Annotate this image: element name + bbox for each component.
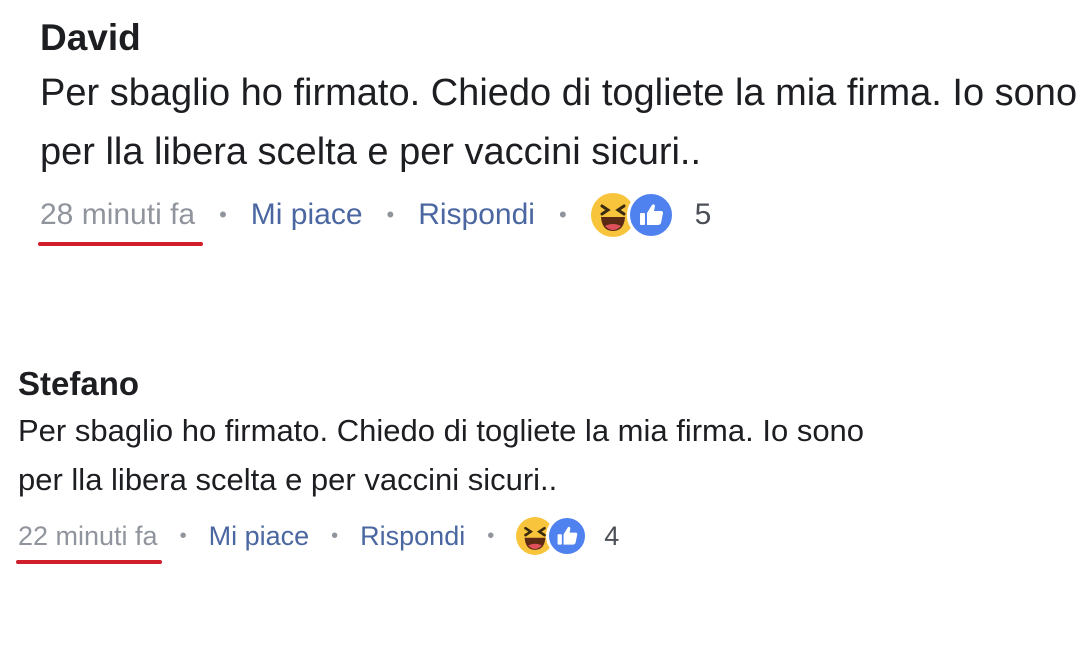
comment-timestamp[interactable]: 28 minuti fa (38, 198, 204, 246)
red-underline-annotation (16, 559, 162, 564)
comment-text: Per sbaglio ho firmato. Chiedo di toglie… (40, 72, 1078, 173)
comment: Stefano Per sbaglio ho firmato. Chiedo d… (16, 364, 1088, 564)
timestamp-text: 22 minuti fa (18, 520, 158, 551)
separator-dot: • (179, 524, 187, 547)
separator-dot: • (558, 202, 567, 227)
reactions-summary[interactable]: 4 (516, 515, 619, 557)
reactions-summary[interactable]: 5 (590, 191, 712, 239)
comment: David Per sbaglio ho firmato. Chiedo di … (38, 0, 1088, 246)
comment-author[interactable]: David (40, 16, 1088, 60)
comment-actions: 28 minuti fa • Mi piace • Rispondi • 5 (38, 190, 1088, 246)
reply-button[interactable]: Rispondi (418, 198, 535, 232)
separator-dot: • (331, 524, 339, 547)
reaction-count: 4 (604, 520, 620, 551)
like-icon (626, 191, 675, 239)
reply-button[interactable]: Rispondi (360, 521, 465, 552)
separator-dot: • (386, 202, 395, 227)
reaction-count: 5 (694, 198, 712, 231)
like-icon (546, 515, 589, 557)
comment-timestamp[interactable]: 22 minuti fa (16, 520, 162, 564)
red-underline-annotation (38, 242, 204, 246)
comment-author[interactable]: Stefano (18, 364, 1088, 404)
timestamp-text: 28 minuti fa (40, 198, 196, 231)
comment-actions: 22 minuti fa • Mi piace • Rispondi • 4 (16, 515, 1088, 564)
comment-text: Per sbaglio ho firmato. Chiedo di toglie… (18, 413, 865, 497)
separator-dot: • (219, 202, 227, 227)
like-button[interactable]: Mi piace (209, 521, 310, 552)
like-button[interactable]: Mi piace (251, 198, 363, 232)
separator-dot: • (487, 524, 495, 547)
